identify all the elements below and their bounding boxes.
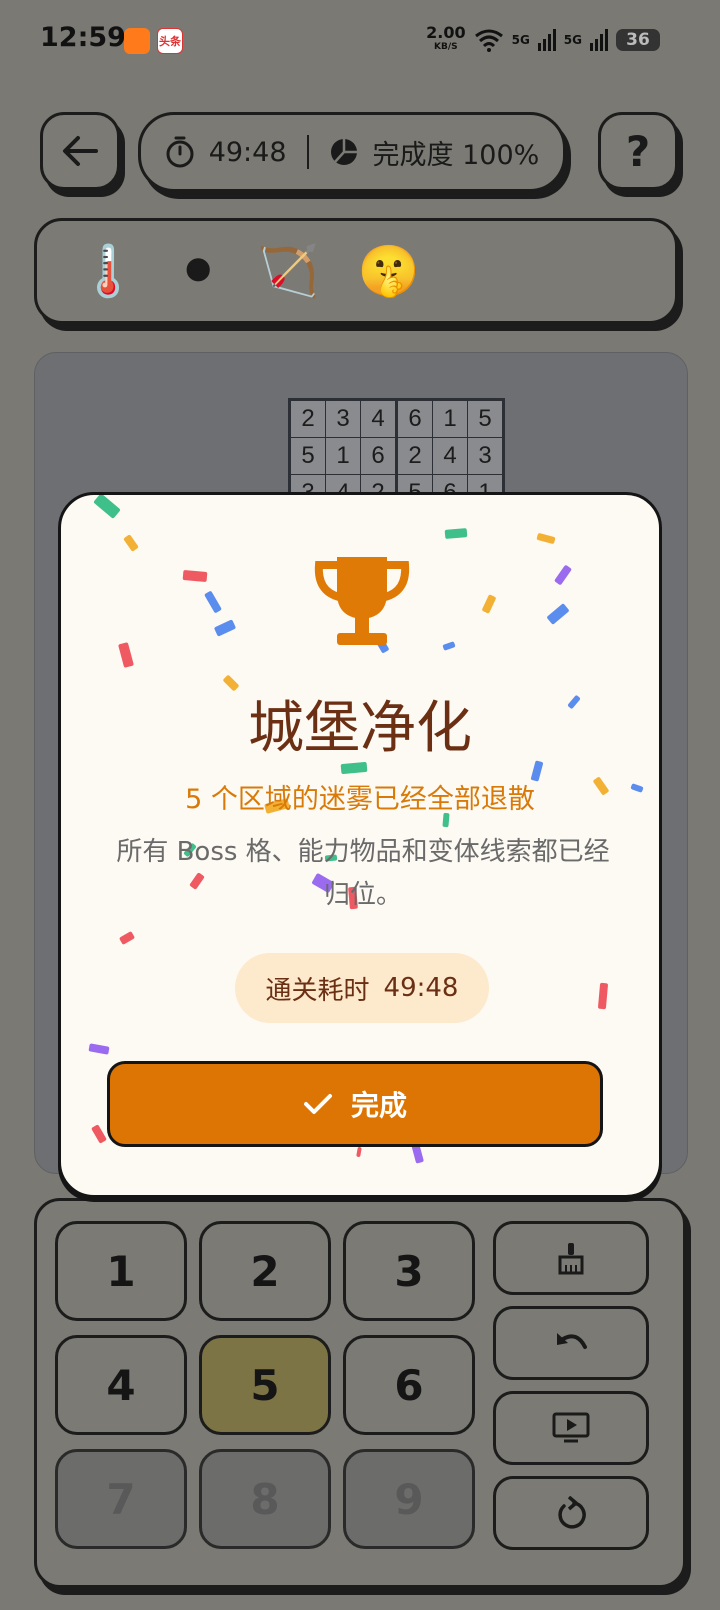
erase-button[interactable] [493,1221,649,1295]
undo-icon [557,1333,587,1349]
key-3[interactable]: 3 [343,1221,475,1321]
key-1[interactable]: 1 [55,1221,187,1321]
back-button[interactable] [40,112,120,190]
cell-signal-2-icon [590,29,608,51]
confetti-piece [546,603,570,625]
key-8[interactable]: 8 [199,1449,331,1549]
network-speed: 2.00 KB/S [426,25,465,54]
thermometer-icon[interactable]: 🌡️ [77,242,139,301]
completion-text: 完成度 100% [372,139,540,171]
confetti-piece [123,534,139,552]
video-app-icon [124,28,150,54]
confetti-piece [88,1043,110,1055]
grid-cell[interactable]: 6 [360,437,397,475]
undo-button[interactable] [493,1306,649,1380]
status-time: 12:59 [40,22,126,53]
grid-cell[interactable]: 3 [325,399,361,438]
dialog-subtitle: 5 个区域的迷雾已经全部退散 [185,784,535,815]
confetti-piece [536,532,556,545]
wifi-icon [474,29,503,52]
done-button-label: 完成 [350,1089,407,1122]
done-button[interactable]: 完成 [107,1061,603,1147]
news-app-icon: 头条 [157,28,183,54]
key-2[interactable]: 2 [199,1221,331,1321]
clear-time-value: 49:48 [383,973,459,1003]
confetti-piece [182,569,208,583]
cell-signal-2-label: 5G [563,33,582,47]
key-4[interactable]: 4 [55,1335,187,1435]
status-bar: 12:59 头条 2.00 KB/S 5G 5G 36 [0,0,720,84]
completion-dialog: 城堡净化 5 个区域的迷雾已经全部退散 所有 Boss 格、能力物品和变体线索都… [58,492,662,1198]
confetti-piece [93,495,121,519]
status-indicators: 2.00 KB/S 5G 5G 36 [426,25,660,54]
clear-time-label: 通关耗时 [265,975,370,1006]
key-5[interactable]: 5 [199,1335,331,1435]
divider [306,135,309,169]
stopwatch-icon [166,136,194,168]
dialog-title: 城堡净化 [248,696,472,761]
dialog-description: 所有 Boss 格、能力物品和变体线索都已经归位。 [116,837,610,910]
grid-cell[interactable]: 5 [289,437,326,475]
help-button[interactable]: ? [598,112,678,190]
confetti-piece [91,1124,107,1144]
confetti-piece [481,594,497,614]
key-7[interactable]: 7 [55,1449,187,1549]
video-hint-button[interactable] [493,1391,649,1465]
clear-time-badge: 通关耗时 49:48 [235,953,489,1023]
play-video-icon [552,1412,590,1443]
confetti-piece [213,619,237,637]
arrow-left-icon [63,136,98,166]
battery-indicator: 36 [616,29,660,51]
grid-cell[interactable]: 4 [432,437,468,475]
grid-cell[interactable]: 5 [467,399,504,438]
timer-progress-pill: 49:48 完成度 100% [138,112,566,192]
trophy-icon [314,557,410,645]
grid-cell[interactable]: 6 [395,399,433,438]
confetti-piece [204,590,222,614]
brush-icon [558,1243,584,1275]
grid-row: 5 1 6 2 4 3 [289,437,504,475]
grid-cell[interactable]: 4 [360,399,397,438]
grid-cell[interactable]: 3 [467,437,504,475]
confetti-piece [118,931,136,945]
bow-arrow-icon[interactable]: 🏹 [257,242,319,301]
variant-toolbar: 🌡️ ⚫ 🏹 🤫 [34,218,678,324]
check-icon [303,1094,332,1114]
grid-cell[interactable]: 2 [395,437,433,475]
cell-signal-1-label: 5G [511,33,530,47]
confetti-piece [597,982,609,1010]
elapsed-time: 49:48 [208,136,287,168]
pie-chart-icon [330,139,357,165]
grid-row: 2 3 4 6 1 5 [289,399,504,438]
grid-cell[interactable]: 1 [432,399,468,438]
network-speed-unit: KB/S [434,42,458,52]
confetti-piece [356,1146,362,1158]
key-9[interactable]: 9 [343,1449,475,1549]
restart-button[interactable] [493,1476,649,1550]
restart-icon [558,1496,586,1529]
confetti-piece [553,564,573,586]
number-keypad: 1 2 3 4 5 6 7 8 9 [34,1198,686,1588]
grid-cell[interactable]: 2 [289,399,326,438]
shushing-face-icon[interactable]: 🤫 [357,242,419,301]
confetti-piece [442,641,456,651]
confetti-piece [118,642,134,668]
grid-cell[interactable]: 1 [325,437,361,475]
black-circle-icon[interactable]: ⚫ [177,242,219,300]
cell-signal-1-icon [537,29,556,51]
confetti-piece [444,528,468,539]
key-6[interactable]: 6 [343,1335,475,1435]
